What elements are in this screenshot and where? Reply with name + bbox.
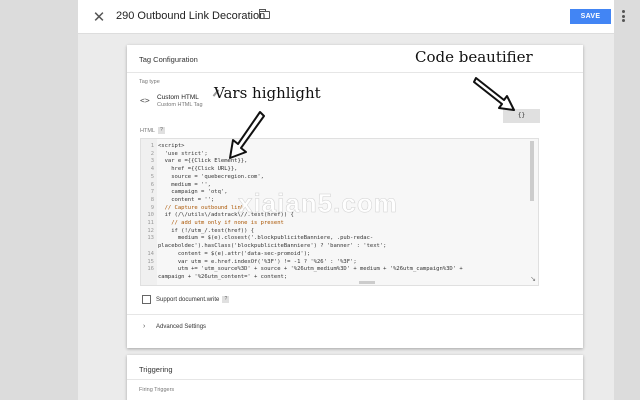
card-title: Tag Configuration — [139, 55, 198, 64]
html-label: HTML? — [140, 127, 165, 134]
code-text: // Capture outbound link — [158, 204, 245, 211]
support-label-text: Support document.write — [156, 297, 220, 304]
chevron-right-icon[interactable]: › — [143, 323, 145, 330]
annotation-arrow-icon — [473, 77, 515, 111]
right-backdrop — [614, 0, 640, 400]
save-button[interactable]: SAVE — [570, 9, 611, 24]
code-text: medium = '', — [158, 181, 211, 188]
code-text: campaign + '%26utm_content=' + content; — [158, 273, 288, 280]
code-text: var utm = e.href.indexOf('%3F') != -1 ? … — [158, 258, 357, 265]
editor-horizontal-scrollbar[interactable] — [359, 281, 375, 284]
support-document-write-checkbox[interactable] — [142, 295, 151, 304]
tag-type-subtitle: Custom HTML Tag — [157, 102, 203, 108]
code-text: <script> — [158, 143, 185, 149]
annotation-arrow-icon — [229, 111, 265, 159]
triggering-card: Triggering Firing Triggers — [127, 355, 583, 400]
help-icon[interactable]: ? — [222, 296, 230, 303]
code-text: placeboldec').hasClass('blockpubliciteBa… — [158, 243, 387, 250]
more-menu-icon[interactable] — [622, 10, 626, 24]
divider — [127, 314, 583, 315]
code-text: medium = $(e).closest('.blockpubliciteBa… — [158, 235, 374, 242]
triggering-title: Triggering — [139, 365, 173, 374]
code-text: 'use strict'; — [158, 150, 208, 157]
code-text: content = $(e).attr('data-sec-promoid'); — [158, 250, 311, 257]
code-text: // add utm only if none is present — [158, 220, 284, 226]
code-text: utm += 'utm_source%3D' + source + '%26ut… — [158, 266, 463, 273]
tag-type-label: Tag type — [139, 79, 160, 85]
code-beautifier-annotation: Code beautifier — [415, 48, 533, 66]
code-line: campaign + '%26utm_content=' + content; — [141, 273, 287, 281]
resize-handle-icon[interactable]: ↘ — [530, 275, 536, 283]
editor-vertical-scrollbar[interactable] — [530, 141, 534, 201]
html-label-text: HTML — [140, 127, 155, 134]
code-text: if (!/utm_/.test(href)) { — [158, 227, 255, 234]
advanced-settings-toggle[interactable]: Advanced Settings — [156, 324, 206, 330]
close-icon[interactable]: ✕ — [92, 8, 106, 26]
vars-highlight-annotation: Vars highlight — [214, 84, 321, 102]
code-text: href ={{Click URL}}, — [158, 166, 238, 173]
firing-triggers-label: Firing Triggers — [139, 387, 175, 393]
code-text: content = ''; — [158, 196, 215, 203]
support-document-write-label: Support document.write? — [156, 296, 230, 304]
divider — [127, 379, 583, 380]
code-text: campaign = 'otq', — [158, 189, 228, 196]
code-icon: <> — [140, 96, 150, 105]
watermark-text: xiaian5.com — [238, 188, 398, 219]
top-bar: ✕ 290 Outbound Link Decoration SAVE — [78, 0, 625, 34]
tag-type-name[interactable]: Custom HTML — [157, 94, 199, 101]
page-title: 290 Outbound Link Decoration — [116, 10, 266, 22]
help-icon[interactable]: ? — [157, 127, 165, 134]
code-text: source = 'quebecregion.com', — [158, 173, 264, 180]
left-backdrop — [0, 0, 78, 400]
folder-icon[interactable] — [259, 9, 270, 19]
